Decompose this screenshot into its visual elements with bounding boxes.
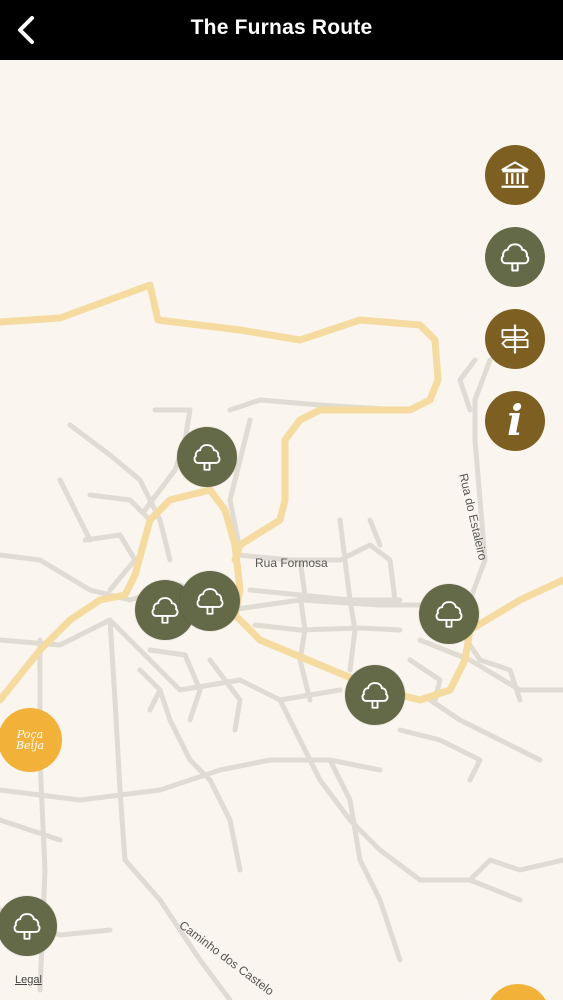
info-button[interactable]: i (485, 391, 545, 451)
tree-icon (196, 588, 224, 615)
street-label-formosa: Rua Formosa (255, 556, 328, 570)
tree-icon (193, 444, 221, 471)
tree-icon (435, 601, 463, 628)
signpost-icon (501, 324, 529, 354)
tree-icon (361, 682, 389, 709)
poca-beija-label: Poça Beija (15, 728, 45, 752)
museum-icon (501, 161, 529, 188)
tree-marker[interactable] (419, 584, 479, 644)
poca-beija-marker[interactable]: Poça Beija (0, 708, 62, 772)
tree-marker[interactable] (180, 571, 240, 631)
trails-button[interactable] (485, 309, 545, 369)
museum-button[interactable] (485, 145, 545, 205)
tree-marker[interactable] (345, 665, 405, 725)
page-title: The Furnas Route (190, 16, 373, 39)
map-view[interactable]: Rua Formosa Rua do Estaleiro Caminho dos… (0, 60, 563, 1000)
tree-marker[interactable] (177, 427, 237, 487)
navigation-bar: The Furnas Route (0, 0, 563, 60)
tree-icon (13, 913, 41, 940)
info-icon: i (507, 396, 523, 445)
legal-link[interactable]: Legal (15, 974, 42, 986)
nature-button[interactable] (485, 227, 545, 287)
tree-icon (151, 597, 179, 624)
tree-icon (500, 243, 530, 272)
